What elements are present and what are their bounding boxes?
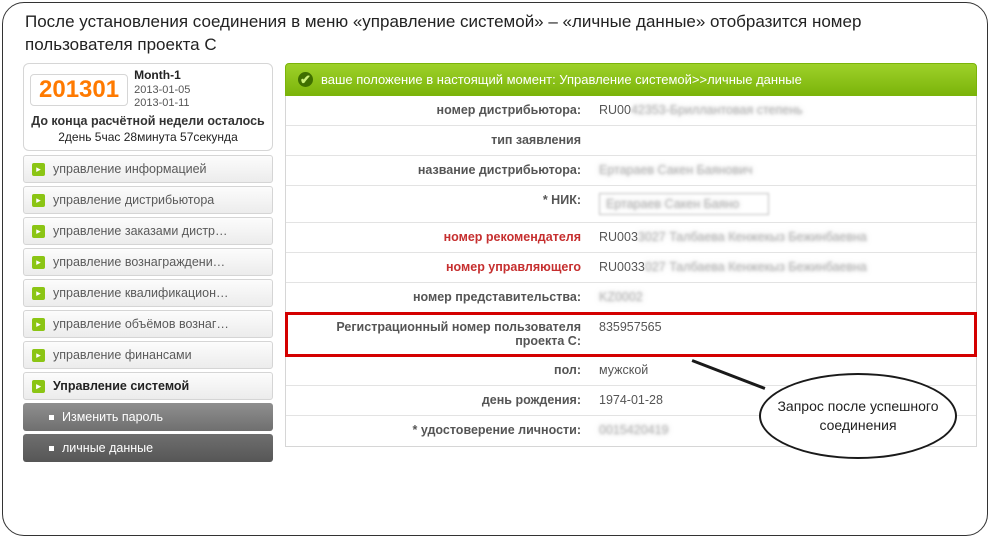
submenu-change-password[interactable]: Изменить пароль: [23, 403, 273, 431]
menu-label: Управление системой: [53, 379, 189, 393]
value-project-c: 835957565: [591, 313, 976, 355]
location-icon: ✔: [298, 72, 313, 87]
arrow-icon: ▸: [32, 194, 45, 207]
period-code: 201301: [30, 74, 128, 106]
label-representation: номер представительства:: [286, 283, 591, 312]
label-application-type: тип заявления: [286, 126, 591, 155]
submenu-label: Изменить пароль: [62, 410, 163, 424]
period-box: 201301 Month-1 2013-01-05 2013-01-11 До …: [23, 63, 273, 151]
callout-bubble: Запрос после успешного соединения: [759, 373, 957, 459]
main-content: ✔ ваше положение в настоящий момент: Упр…: [273, 63, 977, 465]
sidebar-menu: ▸ управление информацией ▸ управление дист…: [23, 155, 273, 462]
menu-label: управление объёмов вознаг…: [53, 317, 229, 331]
arrow-icon: ▸: [32, 380, 45, 393]
breadcrumb-text: ваше положение в настоящий момент: Управ…: [321, 72, 802, 87]
label-recommender: номер рекомендателя: [286, 223, 591, 252]
row-recommender: номер рекомендателя RU0033027 Талбаева К…: [286, 223, 976, 253]
label-project-c: Регистрационный номер пользователя проек…: [286, 313, 591, 355]
value-application-type: [591, 126, 976, 155]
sidebar: 201301 Month-1 2013-01-05 2013-01-11 До …: [23, 63, 273, 465]
arrow-icon: ▸: [32, 256, 45, 269]
menu-qualification[interactable]: ▸ управление квалификацион…: [23, 279, 273, 307]
value-representation: KZ0002: [591, 283, 976, 312]
menu-label: управление финансами: [53, 348, 192, 362]
breadcrumb: ✔ ваше положение в настоящий момент: Упр…: [285, 63, 977, 96]
callout-text: Запрос после успешного соединения: [777, 397, 939, 435]
menu-distributor[interactable]: ▸ управление дистрибьютора: [23, 186, 273, 214]
value-distributor-name: Ертараев Сакен Баянович: [591, 156, 976, 185]
period-dates: Month-1 2013-01-05 2013-01-11: [134, 68, 190, 111]
menu-label: управление заказами дистр…: [53, 224, 228, 238]
menu-system[interactable]: ▸ Управление системой: [23, 372, 273, 400]
value-nick[interactable]: Ертараев Сакен Баяно: [591, 186, 976, 222]
value-gender: мужской: [591, 356, 976, 385]
submenu-personal-data[interactable]: личные данные: [23, 434, 273, 462]
bullet-icon: [49, 415, 54, 420]
row-nick: * НИК: Ертараев Сакен Баяно: [286, 186, 976, 223]
menu-label: управление информацией: [53, 162, 207, 176]
menu-orders[interactable]: ▸ управление заказами дистр…: [23, 217, 273, 245]
row-application-type: тип заявления: [286, 126, 976, 156]
menu-info[interactable]: ▸ управление информацией: [23, 155, 273, 183]
menu-finance[interactable]: ▸ управление финансами: [23, 341, 273, 369]
arrow-icon: ▸: [32, 349, 45, 362]
countdown-label: До конца расчётной недели осталось: [30, 114, 266, 128]
label-manager: номер управляющего: [286, 253, 591, 282]
value-distributor-number: RU00RU0042353-Бриллантовая степень42353-…: [591, 96, 976, 125]
menu-label: управление дистрибьютора: [53, 193, 214, 207]
label-distributor-number: номер дистрибьютора:: [286, 96, 591, 125]
value-manager: RU0033027 Талбаева Кенжекыз Бежинбаевна: [591, 253, 976, 282]
label-id: * удостоверение личности:: [286, 416, 591, 446]
arrow-icon: ▸: [32, 225, 45, 238]
arrow-icon: ▸: [32, 163, 45, 176]
label-nick: * НИК:: [286, 186, 591, 222]
menu-label: управление квалификацион…: [53, 286, 229, 300]
arrow-icon: ▸: [32, 287, 45, 300]
label-dob: день рождения:: [286, 386, 591, 415]
menu-rewards[interactable]: ▸ управление вознаграждени…: [23, 248, 273, 276]
value-recommender: RU0033027 Талбаева Кенжекыз Бежинбаевна: [591, 223, 976, 252]
row-distributor-name: название дистрибьютора: Ертараев Сакен Б…: [286, 156, 976, 186]
instruction-text: После установления соединения в меню «уп…: [3, 3, 987, 63]
label-distributor-name: название дистрибьютора:: [286, 156, 591, 185]
menu-label: управление вознаграждени…: [53, 255, 225, 269]
row-representation: номер представительства: KZ0002: [286, 283, 976, 313]
bullet-icon: [49, 446, 54, 451]
submenu-label: личные данные: [62, 441, 153, 455]
row-project-c-number: Регистрационный номер пользователя проек…: [286, 313, 976, 356]
countdown-time: 2день 5час 28минута 57секунда: [30, 130, 266, 144]
period-month-label: Month-1: [134, 68, 181, 82]
period-date-from: 2013-01-05: [134, 84, 190, 96]
menu-volumes[interactable]: ▸ управление объёмов вознаг…: [23, 310, 273, 338]
row-manager: номер управляющего RU0033027 Талбаева Ке…: [286, 253, 976, 283]
period-date-to: 2013-01-11: [134, 97, 189, 109]
row-distributor-number: номер дистрибьютора: RU00RU0042353-Брилл…: [286, 96, 976, 126]
label-gender: пол:: [286, 356, 591, 385]
arrow-icon: ▸: [32, 318, 45, 331]
